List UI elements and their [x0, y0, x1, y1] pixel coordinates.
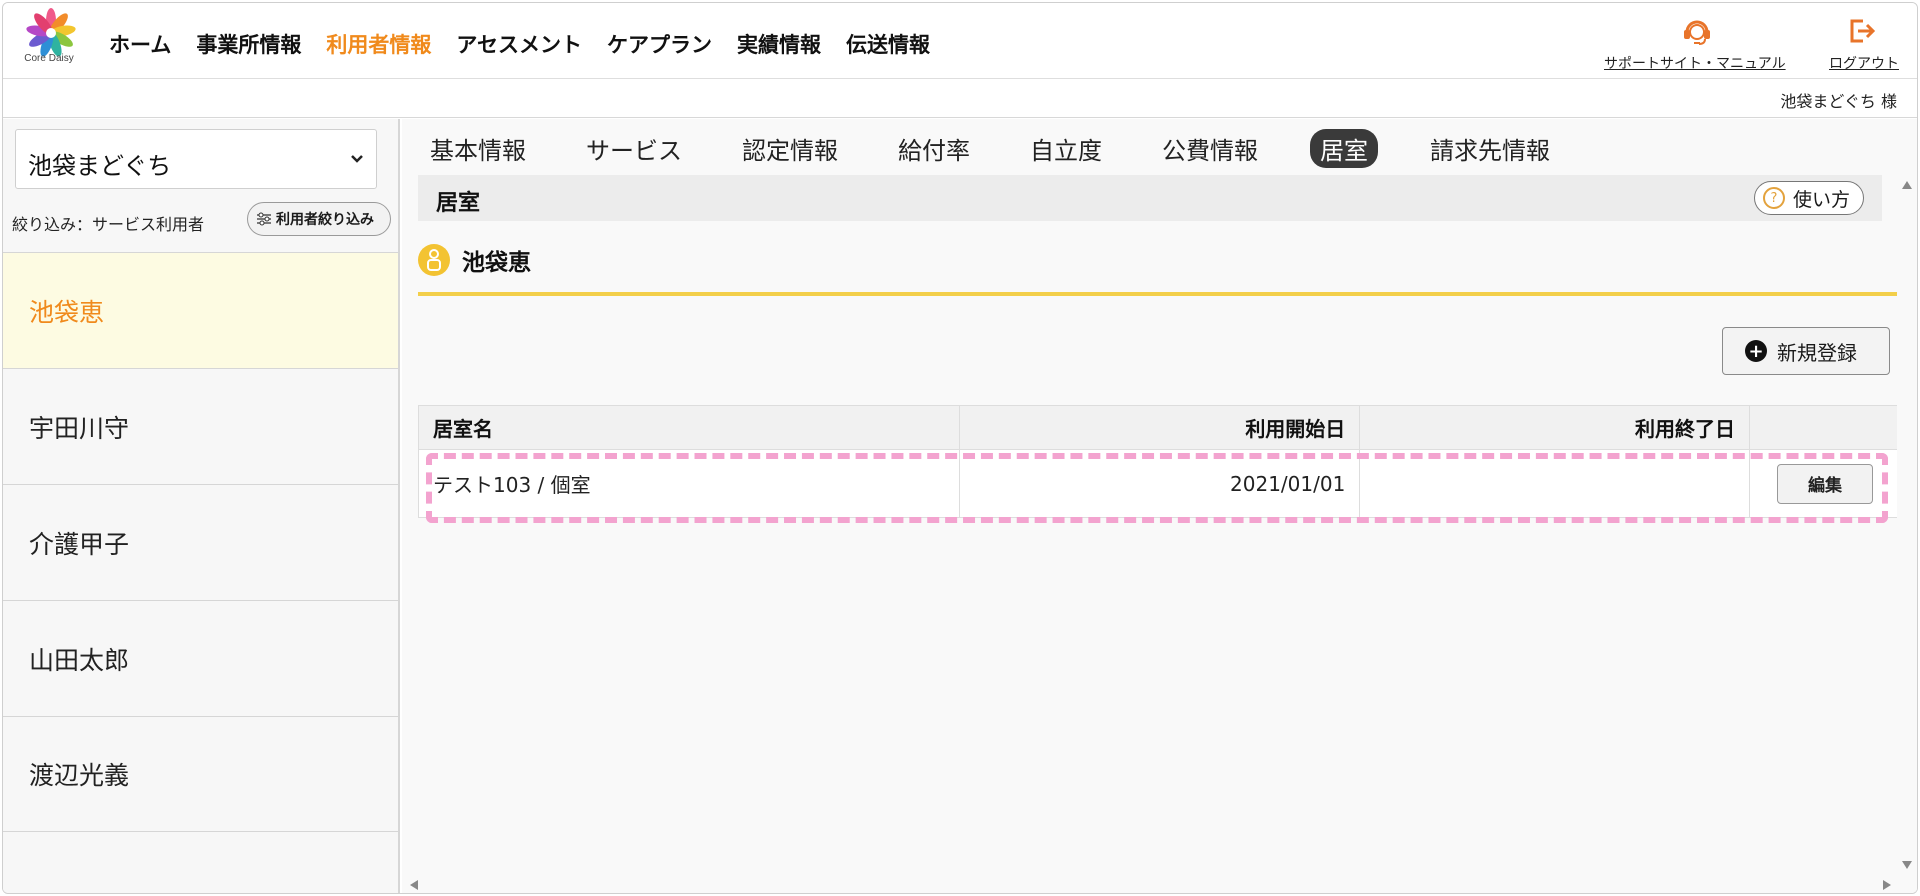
user-list-item[interactable]: 山田太郎: [3, 600, 398, 716]
nav-user-info[interactable]: 利用者情報: [326, 29, 431, 59]
user-filter-button[interactable]: 利用者絞り込み: [247, 202, 391, 236]
room-table: 居室名 利用開始日 利用終了日 テスト103 / 個室 2021/01/01 編…: [418, 405, 1899, 518]
horizontal-scrollbar[interactable]: [402, 875, 1899, 893]
column-start-date: 利用開始日: [958, 405, 1361, 450]
main-nav: ホーム 事業所情報 利用者情報 アセスメント ケアプラン 実績情報 伝送情報: [109, 29, 955, 59]
person-icon: [418, 244, 450, 276]
nav-office-info[interactable]: 事業所情報: [196, 29, 301, 59]
main-content: 基本情報 サービス 認定情報 給付率 自立度 公費情報 居室 請求先情報 居室 …: [402, 119, 1917, 893]
chevron-down-icon: [351, 155, 363, 163]
plus-circle-icon: +: [1745, 340, 1767, 362]
column-actions: [1748, 405, 1899, 450]
cell-start-date: 2021/01/01: [958, 449, 1361, 518]
help-label: 使い方: [1793, 188, 1851, 211]
nav-transmission-info[interactable]: 伝送情報: [846, 29, 930, 59]
help-button[interactable]: ? 使い方: [1754, 181, 1864, 215]
scroll-down-icon[interactable]: [1902, 861, 1912, 869]
filter-label: 絞り込み：サービス利用者: [12, 215, 205, 234]
logo-text: Core Daisy: [24, 53, 74, 64]
new-register-label: 新規登録: [1777, 340, 1857, 365]
tab-room[interactable]: 居室: [1310, 129, 1378, 168]
nav-performance-info[interactable]: 実績情報: [737, 29, 821, 59]
office-select-value: 池袋まどぐち: [28, 152, 172, 180]
logout-link[interactable]: ログアウト: [1829, 53, 1899, 73]
user-list: 池袋恵 宇田川守 介護甲子 山田太郎 渡辺光義: [3, 252, 398, 832]
app-window: Core Daisy ホーム 事業所情報 利用者情報 アセスメント ケアプラン …: [2, 2, 1918, 894]
table-row: テスト103 / 個室 2021/01/01 編集: [418, 449, 1899, 518]
office-select[interactable]: 池袋まどぐち: [15, 129, 377, 189]
new-register-button[interactable]: + 新規登録: [1722, 327, 1890, 375]
support-site-link[interactable]: サポートサイト・マニュアル: [1604, 53, 1786, 73]
question-icon: ?: [1763, 187, 1785, 209]
detail-tabs: 基本情報 サービス 認定情報 給付率 自立度 公費情報 居室 請求先情報: [422, 129, 1602, 168]
sliders-icon: [257, 212, 271, 226]
user-list-item[interactable]: 渡辺光義: [3, 716, 398, 832]
person-header: 池袋恵: [418, 243, 531, 277]
scroll-up-icon[interactable]: [1902, 181, 1912, 189]
sidebar: 池袋まどぐち 絞り込み：サービス利用者 利用者絞り込み 池袋恵 宇田川守 介護甲…: [3, 119, 400, 893]
tab-independence[interactable]: 自立度: [1022, 129, 1110, 168]
section-title: 居室: [436, 191, 481, 216]
tab-billing-info[interactable]: 請求先情報: [1422, 129, 1558, 168]
tab-basic-info[interactable]: 基本情報: [422, 129, 534, 168]
nav-home[interactable]: ホーム: [109, 29, 171, 59]
cell-end-date: [1359, 449, 1750, 518]
cell-actions: 編集: [1748, 449, 1899, 518]
user-list-item[interactable]: 介護甲子: [3, 484, 398, 600]
table-header-row: 居室名 利用開始日 利用終了日: [418, 405, 1899, 450]
vertical-scrollbar[interactable]: [1897, 119, 1917, 893]
nav-assessment[interactable]: アセスメント: [456, 29, 582, 59]
divider: [418, 292, 1898, 296]
tab-benefit-rate[interactable]: 給付率: [890, 129, 978, 168]
sub-header: 池袋まどぐち 様: [3, 80, 1917, 118]
nav-care-plan[interactable]: ケアプラン: [607, 29, 712, 59]
cell-room-name: テスト103 / 個室: [418, 449, 960, 518]
user-list-item[interactable]: 宇田川守: [3, 368, 398, 484]
logout-icon[interactable]: [1845, 15, 1877, 47]
user-list-item[interactable]: 池袋恵: [3, 252, 398, 368]
section-header: 居室 ? 使い方: [418, 175, 1882, 221]
edit-button[interactable]: 編集: [1777, 463, 1873, 504]
column-end-date: 利用終了日: [1359, 405, 1750, 450]
scroll-right-icon[interactable]: [1883, 880, 1891, 890]
column-room-name: 居室名: [418, 405, 960, 450]
tab-service[interactable]: サービス: [578, 129, 690, 168]
person-name: 池袋恵: [462, 250, 531, 276]
headset-support-icon[interactable]: [1681, 15, 1713, 47]
tab-certification[interactable]: 認定情報: [734, 129, 846, 168]
user-greeting: 池袋まどぐち 様: [1780, 92, 1897, 111]
top-header: Core Daisy ホーム 事業所情報 利用者情報 アセスメント ケアプラン …: [3, 3, 1917, 79]
user-filter-label: 利用者絞り込み: [276, 212, 374, 228]
scroll-left-icon[interactable]: [410, 880, 418, 890]
tab-public-expense[interactable]: 公費情報: [1154, 129, 1266, 168]
